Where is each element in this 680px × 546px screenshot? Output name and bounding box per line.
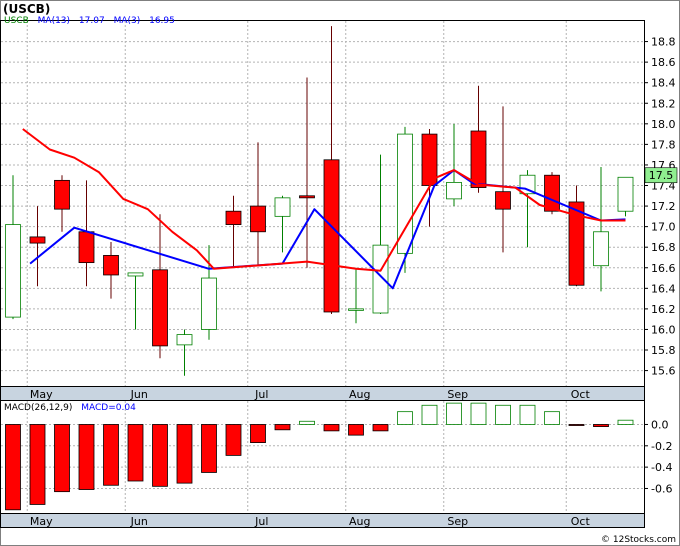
- price-ytick-label: 18.4: [651, 77, 676, 90]
- candle-body: [201, 277, 217, 330]
- candle-body: [250, 205, 266, 233]
- macd-legend: MACD(26,12,9) MACD=0.04: [4, 403, 136, 413]
- price-month-label: May: [30, 388, 53, 401]
- legend-symbol: USCB: [4, 16, 29, 26]
- chart-title: (USCB): [3, 2, 50, 16]
- candle-body: [495, 191, 511, 210]
- legend-macd-value: MACD=0.04: [81, 403, 136, 413]
- macd-month-label: Oct: [571, 515, 591, 528]
- candle-body: [274, 197, 291, 217]
- price-ytick-label: 18.6: [651, 56, 676, 69]
- price-month-label: Oct: [571, 388, 591, 401]
- price-month-label: Jun: [130, 388, 148, 401]
- macd-bar: [323, 424, 340, 432]
- macd-bar: [225, 424, 242, 456]
- price-ytick-label: 18.0: [651, 118, 676, 131]
- macd-bar: [348, 424, 364, 436]
- macd-bar: [201, 424, 217, 473]
- macd-bar: [176, 424, 193, 484]
- candle-body: [176, 334, 193, 346]
- candle-body: [593, 231, 609, 267]
- candle-body: [103, 255, 119, 276]
- macd-bar: [397, 411, 413, 425]
- macd-bar: [274, 424, 291, 431]
- macd-bar: [103, 424, 119, 486]
- watermark: © 12Stocks.com: [601, 535, 676, 545]
- legend-ma3-label: MA(3): [114, 16, 141, 26]
- candle-body: [446, 182, 462, 200]
- macd-month-label: May: [30, 515, 53, 528]
- chart-canvas: 15.615.816.016.216.416.616.817.017.217.4…: [0, 0, 680, 546]
- price-legend: USCB MA(13) 17.07 MA(3) 16.95: [4, 16, 175, 26]
- candle-body: [78, 231, 95, 264]
- candle-body: [544, 174, 560, 212]
- price-ytick-label: 15.6: [651, 365, 676, 378]
- price-month-label: Jul: [254, 388, 268, 401]
- macd-bar: [421, 404, 438, 425]
- candle-body: [29, 236, 46, 244]
- legend-macd-params: MACD(26,12,9): [4, 403, 72, 413]
- macd-bar: [495, 404, 511, 425]
- macd-bar: [446, 402, 462, 425]
- macd-bar: [299, 420, 315, 425]
- candle-body: [617, 176, 634, 212]
- macd-bar: [519, 404, 536, 425]
- macd-bar: [127, 424, 144, 482]
- price-ytick-label: 17.0: [651, 221, 676, 234]
- macd-bar: [568, 424, 585, 426]
- macd-bar: [29, 424, 46, 505]
- price-ytick-label: 16.0: [651, 323, 676, 336]
- macd-bar: [593, 424, 609, 428]
- macd-month-label: Jul: [254, 515, 268, 528]
- macd-bar: [544, 411, 560, 425]
- price-ytick-label: 16.6: [651, 262, 676, 275]
- macd-bar: [372, 424, 389, 432]
- macd-bar: [250, 424, 266, 444]
- price-ytick-label: 17.8: [651, 138, 676, 151]
- candle-body: [372, 244, 389, 314]
- price-ytick-label: 16.8: [651, 241, 676, 254]
- macd-ytick-label: -0.6: [651, 482, 672, 495]
- macd-bar: [152, 424, 168, 487]
- candle-body: [397, 133, 413, 254]
- candle-body: [323, 159, 340, 313]
- macd-ytick-label: -0.2: [651, 440, 672, 453]
- macd-month-label: Jun: [130, 515, 148, 528]
- macd-bar: [54, 424, 70, 493]
- price-ytick-label: 16.4: [651, 282, 676, 295]
- macd-ytick-label: -0.4: [651, 461, 672, 474]
- price-ytick-label: 16.2: [651, 303, 676, 316]
- macd-bar: [470, 402, 487, 425]
- price-date-strip: [0, 386, 645, 401]
- last-price-label: 17.5: [649, 169, 674, 182]
- macd-bar: [617, 419, 634, 425]
- stock-chart: 15.6 15.8 16.0 16.2 16.4 16.6 16.8 17.0 17.2 17.4…: [0, 0, 680, 546]
- macd-date-strip: [0, 513, 645, 528]
- macd-ytick-label: 0.0: [651, 418, 669, 431]
- macd-bar: [78, 424, 95, 490]
- price-month-label: Aug: [349, 388, 370, 401]
- macd-month-label: Sep: [447, 515, 468, 528]
- legend-ma13-label: MA(13): [38, 16, 70, 26]
- candle-body: [470, 130, 487, 188]
- price-ytick-label: 18.2: [651, 97, 676, 110]
- candle-body: [348, 308, 364, 311]
- legend-ma13-value: 17.07: [79, 16, 105, 26]
- macd-month-label: Aug: [349, 515, 370, 528]
- candle-body: [127, 272, 144, 277]
- price-ytick-label: 18.8: [651, 36, 676, 49]
- candle-body: [225, 210, 242, 225]
- macd-bar: [5, 424, 21, 511]
- candle-body: [299, 195, 315, 199]
- price-month-label: Sep: [447, 388, 468, 401]
- candle-body: [152, 269, 168, 347]
- candle-body: [54, 179, 70, 210]
- price-ytick-label: 15.8: [651, 344, 676, 357]
- legend-ma3-value: 16.95: [149, 16, 175, 26]
- candle-body: [5, 224, 21, 318]
- price-ytick-label: 17.2: [651, 200, 676, 213]
